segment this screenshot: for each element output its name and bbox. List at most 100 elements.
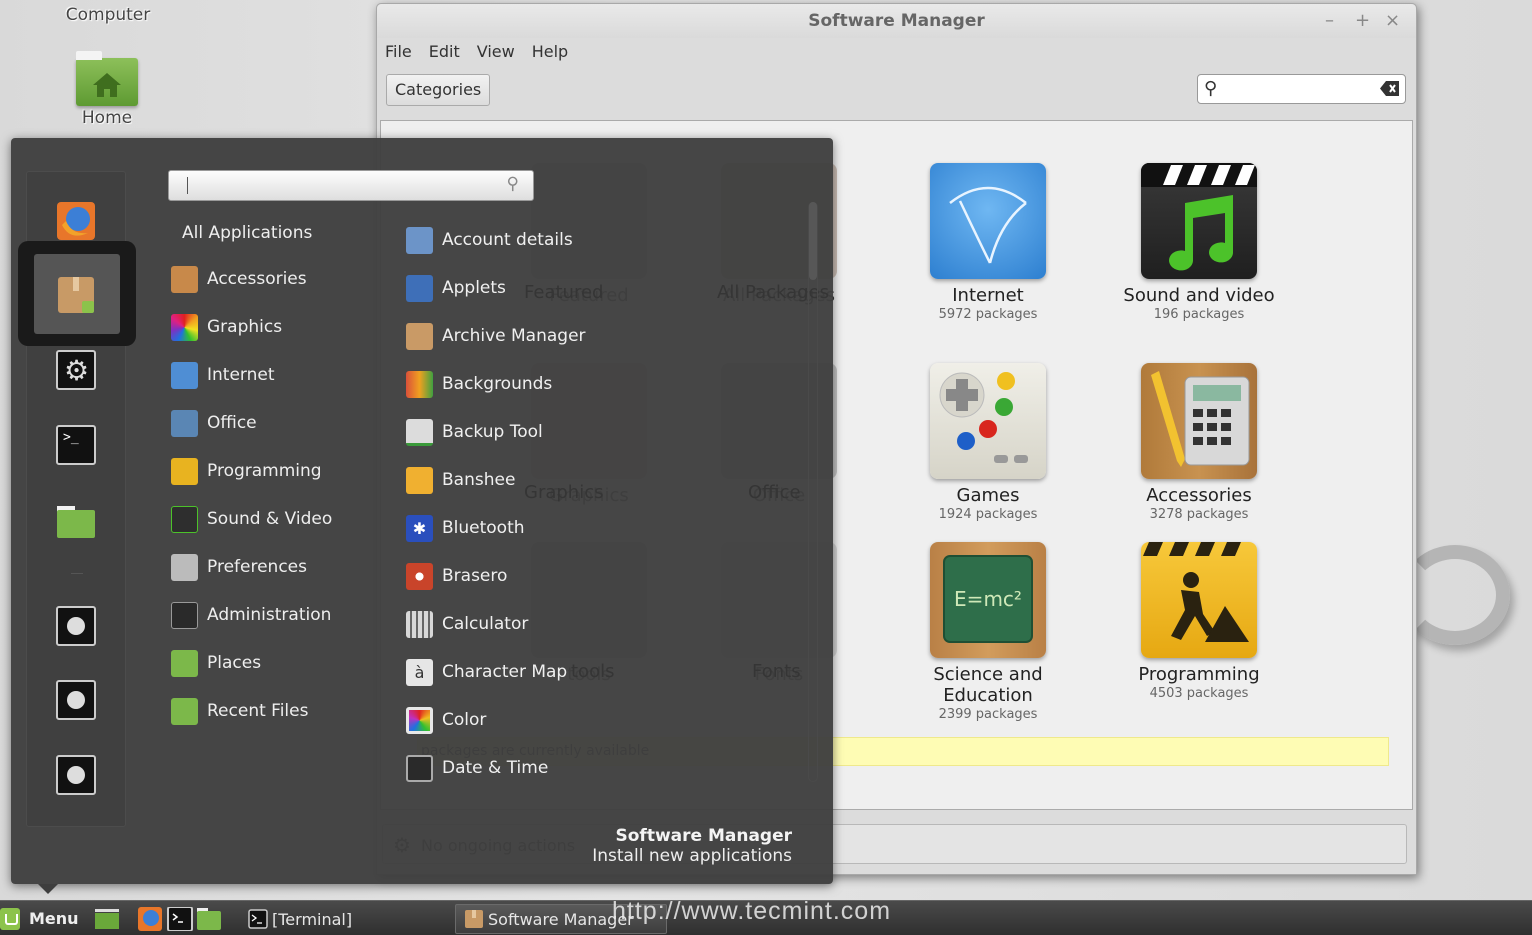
category-programming[interactable]: Programming 4503 packages — [1114, 542, 1284, 703]
favorite-terminal[interactable]: >_ — [56, 425, 96, 465]
category-label: Internet — [207, 365, 275, 385]
app-list-scrollbar[interactable] — [808, 202, 818, 782]
software-manager-icon — [58, 277, 94, 313]
app-description-subtitle: Install new applications — [592, 846, 792, 866]
places-folder-icon — [171, 649, 198, 677]
app-character-map[interactable]: à Character Map — [406, 655, 786, 689]
launcher-files[interactable] — [196, 907, 222, 931]
scrollbar-thumb[interactable] — [809, 202, 817, 280]
menu-edit[interactable]: Edit — [429, 38, 460, 66]
clear-icon[interactable] — [1380, 80, 1400, 97]
category-accessories[interactable]: Accessories 3278 packages — [1114, 363, 1284, 524]
favorite-files[interactable] — [56, 502, 96, 542]
desktop-icon-home[interactable]: Home — [52, 51, 162, 128]
app-applets[interactable]: Applets — [406, 271, 786, 305]
task-software-manager[interactable]: Software Manager — [455, 904, 667, 934]
lock-screen-button[interactable] — [56, 606, 96, 646]
science-education-icon: E=mc² — [930, 542, 1046, 658]
logout-button[interactable] — [56, 680, 96, 720]
category-games[interactable]: Games 1924 packages — [903, 363, 1073, 524]
menu-button[interactable]: Menu — [0, 905, 79, 932]
category-count: 1924 packages — [938, 507, 1038, 522]
terminal-icon: >_ — [63, 430, 79, 445]
category-programming[interactable]: Programming — [171, 454, 371, 488]
menu-view[interactable]: View — [477, 38, 515, 66]
menubar: File Edit View Help — [377, 38, 568, 66]
category-science-and-education[interactable]: E=mc² Science and Education 2399 package… — [903, 542, 1073, 724]
favorite-software-manager[interactable] — [56, 275, 96, 315]
app-account-details[interactable]: Account details — [406, 223, 786, 257]
office-icon — [171, 409, 198, 437]
minimize-button[interactable]: – — [1325, 10, 1334, 31]
app-backup-tool[interactable]: Backup Tool — [406, 415, 786, 449]
menu-pointer — [38, 884, 58, 894]
menu-search-input[interactable]: ⚲ — [168, 170, 534, 201]
folder-icon — [57, 506, 95, 538]
category-label: Recent Files — [207, 701, 309, 721]
internet-icon — [930, 163, 1046, 279]
package-search-input[interactable]: ⚲ — [1197, 74, 1406, 104]
app-backgrounds[interactable]: Backgrounds — [406, 367, 786, 401]
category-sound-and-video[interactable]: Sound and video 196 packages — [1114, 163, 1284, 324]
terminal-icon — [248, 909, 268, 929]
app-date-time[interactable]: Date & Time — [406, 751, 786, 785]
app-bluetooth[interactable]: ✱ Bluetooth — [406, 511, 786, 545]
app-label: Banshee — [442, 470, 516, 490]
category-label: Sound & Video — [207, 509, 333, 529]
category-name: Science and Education — [933, 664, 1043, 706]
desktop-icon-label: Computer — [65, 5, 151, 25]
app-calculator[interactable]: Calculator — [406, 607, 786, 641]
app-banshee[interactable]: Banshee — [406, 463, 786, 497]
category-graphics[interactable]: Graphics — [171, 310, 371, 344]
category-preferences[interactable]: Preferences — [171, 550, 371, 584]
maximize-button[interactable]: + — [1355, 10, 1370, 31]
text-cursor — [187, 177, 188, 194]
archive-icon — [406, 322, 433, 350]
categories-button[interactable]: Categories — [386, 74, 491, 106]
launcher-firefox[interactable] — [137, 907, 163, 931]
task-terminal[interactable]: [Terminal] — [240, 904, 360, 934]
launcher-show-desktop[interactable] — [94, 907, 120, 931]
search-icon: ⚲ — [506, 174, 519, 194]
internet-icon — [171, 361, 198, 389]
category-accessories[interactable]: Accessories — [171, 262, 371, 296]
category-office[interactable]: Office — [171, 406, 371, 440]
graphics-icon — [171, 313, 198, 341]
category-name: Internet — [952, 285, 1024, 306]
favorite-firefox[interactable] — [56, 201, 96, 241]
category-sound-video[interactable]: Sound & Video — [171, 502, 371, 536]
desktop-icon-computer[interactable]: Computer — [53, 5, 163, 25]
quit-button[interactable] — [56, 755, 96, 795]
folder-icon — [197, 908, 221, 930]
favorite-system-settings[interactable]: ⚙ — [56, 350, 96, 390]
window-titlebar[interactable]: Software Manager – + × — [377, 4, 1416, 38]
category-count: 4503 packages — [1149, 686, 1249, 701]
category-label: Programming — [207, 461, 322, 481]
category-label: Graphics — [207, 317, 283, 337]
calculator-icon — [406, 610, 433, 638]
accessories-icon — [171, 265, 198, 293]
category-label: Places — [207, 653, 262, 673]
category-all-applications[interactable]: All Applications — [171, 216, 371, 250]
app-brasero[interactable]: Brasero — [406, 559, 786, 593]
category-administration[interactable]: Administration — [171, 598, 371, 632]
category-label: Administration — [207, 605, 332, 625]
account-icon — [406, 226, 433, 254]
app-label: Backgrounds — [442, 374, 553, 394]
app-archive-manager[interactable]: Archive Manager — [406, 319, 786, 353]
app-color[interactable]: Color — [406, 703, 786, 737]
category-places[interactable]: Places — [171, 646, 371, 680]
category-recent-files[interactable]: Recent Files — [171, 694, 371, 728]
show-desktop-icon — [95, 909, 119, 929]
home-folder-icon — [76, 51, 138, 106]
menu-help[interactable]: Help — [532, 38, 568, 66]
category-internet[interactable]: Internet — [171, 358, 371, 392]
application-menu: ⚙ >_ Featured All Packages Graphics Offi… — [11, 138, 833, 894]
settings-gear-icon: ⚙ — [64, 354, 90, 387]
games-icon — [930, 363, 1046, 479]
close-button[interactable]: × — [1385, 10, 1400, 31]
menu-file[interactable]: File — [385, 38, 412, 66]
launcher-terminal[interactable] — [167, 906, 193, 932]
category-internet[interactable]: Internet 5972 packages — [903, 163, 1073, 324]
task-label: Software Manager — [488, 909, 634, 929]
